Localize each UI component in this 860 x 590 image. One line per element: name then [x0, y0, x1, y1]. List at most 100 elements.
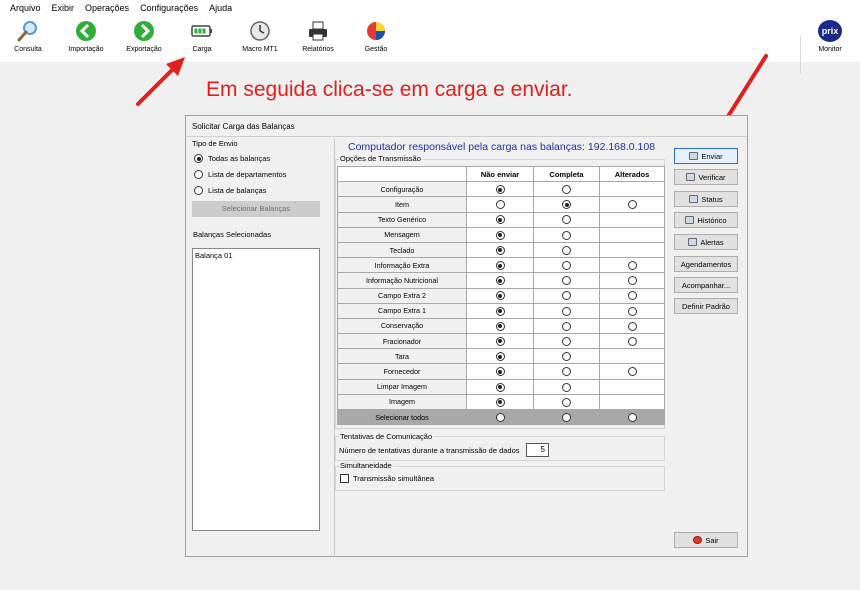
option-cell [466, 317, 534, 335]
menu-ajuda[interactable]: Ajuda [209, 3, 232, 13]
transmissao-simultanea-checkbox[interactable] [340, 474, 349, 483]
radio-nao-enviar[interactable] [495, 245, 505, 255]
radio-nao-enviar[interactable] [495, 352, 505, 362]
row-name: Configuração [337, 181, 467, 198]
selecionar-balancas-button[interactable]: Selecionar Balanças [192, 201, 320, 217]
radio-completa[interactable] [562, 397, 571, 407]
toolbar-gestao-label: Gestão [364, 46, 388, 53]
radio-alterados[interactable] [627, 412, 637, 422]
option-cell [599, 393, 665, 411]
radio-completa[interactable] [562, 276, 571, 286]
table-row: Teclado [337, 241, 665, 259]
tentativas-input[interactable]: 5 [526, 443, 549, 457]
radio-completa[interactable] [562, 215, 571, 225]
toolbar-exportacao-button[interactable]: Exportação [119, 20, 169, 53]
radio-nao-enviar[interactable] [495, 185, 505, 195]
radio-alterados[interactable] [627, 321, 637, 331]
radio-alterados[interactable] [627, 306, 637, 316]
alertas-label: Alertas [700, 237, 724, 247]
radio-completa[interactable] [562, 200, 571, 210]
radio-completa[interactable] [562, 336, 571, 346]
radio-nao-enviar[interactable] [495, 200, 505, 210]
radio-nao-enviar[interactable] [495, 306, 505, 316]
radio-nao-enviar[interactable] [495, 382, 505, 392]
row-name: Texto Genérico [337, 211, 467, 228]
radio-alterados[interactable] [627, 367, 637, 377]
toolbar-monitor-label: Monitor [818, 46, 842, 53]
radio-nao-enviar[interactable] [495, 230, 505, 240]
radio-completa[interactable] [562, 230, 571, 240]
radio-completa[interactable] [562, 321, 571, 331]
radio-nao-enviar[interactable] [495, 397, 505, 407]
option-cell [466, 378, 534, 395]
toolbar-macro-label: Macro MT1 [242, 46, 278, 53]
status-button[interactable]: Status [674, 191, 738, 207]
radio-nao-enviar[interactable] [495, 321, 505, 331]
historico-button[interactable]: Histórico [674, 212, 738, 228]
radio-alterados[interactable] [627, 336, 637, 346]
radio-lista-departamentos[interactable] [194, 170, 203, 179]
balancas-selecionadas-list[interactable]: Balança 01 [192, 248, 320, 531]
menu-exibir[interactable]: Exibir [52, 3, 75, 13]
row-name: Item [337, 196, 467, 213]
radio-completa[interactable] [562, 261, 571, 271]
table-row: Imagem [337, 393, 665, 411]
toolbar-importacao-button[interactable]: Importação [61, 20, 111, 53]
status-icon [689, 195, 699, 203]
option-cell [533, 348, 600, 365]
definir-padrao-button[interactable]: Definir Padrão [674, 298, 738, 314]
enviar-button[interactable]: Enviar [674, 148, 738, 164]
radio-nao-enviar[interactable] [495, 367, 505, 377]
acompanhar-button[interactable]: Acompanhar... [674, 277, 738, 293]
menu-arquivo[interactable]: Arquivo [10, 3, 41, 13]
option-cell [599, 181, 665, 198]
radio-nao-enviar[interactable] [495, 215, 505, 225]
menu-operacoes[interactable]: Operações [85, 3, 129, 13]
toolbar-carga-button[interactable]: Carga [177, 20, 227, 53]
radio-completa[interactable] [562, 382, 571, 392]
radio-nao-enviar[interactable] [495, 336, 505, 346]
radio-completa[interactable] [562, 245, 571, 255]
option-cell [533, 226, 600, 243]
radio-nao-enviar[interactable] [495, 291, 505, 301]
row-name: Campo Extra 2 [337, 287, 467, 304]
radio-nao-enviar[interactable] [495, 261, 505, 271]
radio-completa[interactable] [562, 291, 571, 301]
sair-button[interactable]: Sair [674, 532, 738, 548]
radio-lista-balancas[interactable] [194, 186, 203, 195]
magnifier-icon [17, 21, 37, 42]
radio-alterados[interactable] [627, 276, 637, 286]
radio-alterados[interactable] [627, 200, 637, 210]
clock-icon [250, 21, 270, 41]
menu-configuracoes[interactable]: Configurações [140, 3, 198, 13]
table-row: Limpar Imagem [337, 378, 665, 395]
radio-completa[interactable] [562, 367, 571, 377]
radio-completa[interactable] [562, 306, 571, 316]
alertas-button[interactable]: Alertas [674, 234, 738, 250]
arrow-left-icon [76, 21, 96, 41]
list-item[interactable]: Balança 01 [195, 251, 233, 260]
table-row: Fracionador [337, 333, 665, 350]
row-name: Fracionador [337, 333, 467, 350]
toolbar-relatorios-button[interactable]: Relatórios [293, 20, 343, 53]
radio-nao-enviar[interactable] [495, 276, 505, 286]
toolbar-monitor-button[interactable]: prix Monitor [805, 20, 855, 53]
radio-completa[interactable] [562, 412, 571, 422]
option-cell [466, 363, 534, 380]
toolbar-gestao-button[interactable]: Gestão [351, 20, 401, 53]
agendamentos-button[interactable]: Agendamentos [674, 256, 738, 272]
radio-nao-enviar[interactable] [495, 412, 505, 422]
option-cell [466, 333, 534, 350]
verificar-button[interactable]: Verificar [674, 169, 738, 185]
row-name: Informação Nutricional [337, 272, 467, 289]
option-cell [533, 257, 600, 274]
radio-alterados[interactable] [627, 261, 637, 271]
radio-todas-balancas-label: Todas as balanças [208, 154, 271, 163]
radio-todas-balancas[interactable] [194, 154, 203, 163]
toolbar-macro-button[interactable]: Macro MT1 [235, 20, 285, 53]
radio-completa[interactable] [562, 185, 571, 195]
radio-completa[interactable] [562, 352, 571, 362]
row-name: Teclado [337, 241, 467, 259]
radio-alterados[interactable] [627, 291, 637, 301]
toolbar-consulta-button[interactable]: Consulta [3, 20, 53, 53]
